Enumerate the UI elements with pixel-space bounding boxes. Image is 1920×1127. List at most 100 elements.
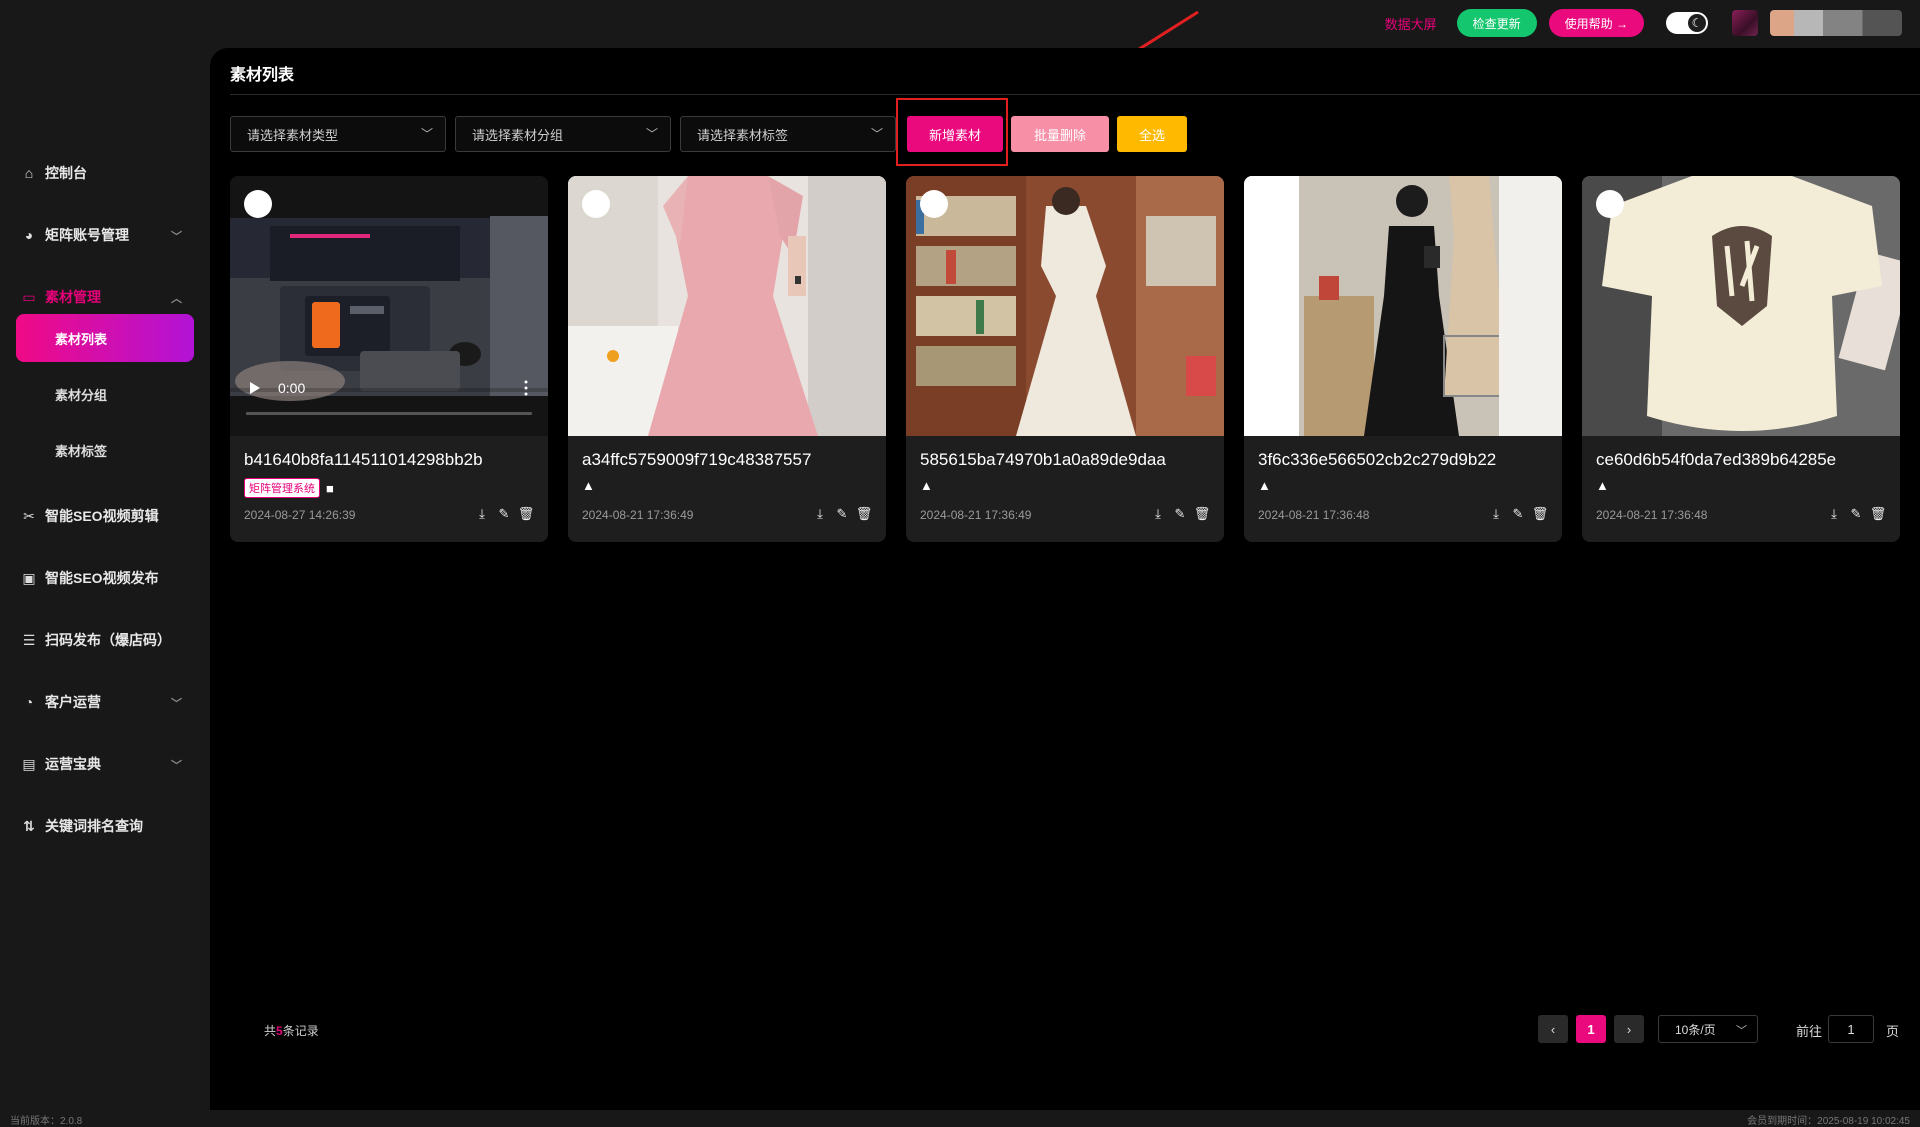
sidebar-item-ops-guide[interactable]: ▤ 运营宝典 ﹀: [0, 744, 210, 784]
image-thumbnail[interactable]: [1582, 176, 1900, 436]
sidebar-item-label: 客户运营: [45, 694, 101, 710]
data-screen-link[interactable]: 数据大屏: [1385, 14, 1437, 33]
chevron-down-icon: ﹀: [1736, 1025, 1747, 1037]
select-placeholder: 请选择素材类型: [247, 127, 339, 143]
tag-row: ▲: [920, 478, 933, 493]
chevron-down-icon: ﹀: [870, 127, 883, 141]
chevron-down-icon: ﹀: [171, 231, 182, 243]
download-icon[interactable]: ⤓: [1488, 506, 1504, 522]
prev-page-button[interactable]: ‹: [1538, 1015, 1568, 1043]
download-icon[interactable]: ⤓: [474, 506, 490, 522]
image-thumbnail[interactable]: [1244, 176, 1562, 436]
edit-icon[interactable]: ✎: [1848, 506, 1864, 522]
sidebar-subitem-material-group[interactable]: 素材分组: [16, 370, 194, 418]
material-group-select[interactable]: 请选择素材分组 ﹀: [455, 116, 671, 152]
help-button[interactable]: 使用帮助 →: [1548, 9, 1644, 37]
material-date: 2024-08-21 17:36:48: [1596, 508, 1708, 522]
batch-delete-button[interactable]: 批量删除: [1011, 116, 1109, 152]
moon-icon: ☾: [1688, 14, 1706, 32]
material-tag-select[interactable]: 请选择素材标签 ﹀: [680, 116, 896, 152]
image-thumbnail[interactable]: [568, 176, 886, 436]
select-all-button[interactable]: 全选: [1117, 116, 1187, 152]
check-update-button[interactable]: 检查更新: [1456, 9, 1537, 37]
select-checkbox[interactable]: [1596, 190, 1624, 218]
sidebar-item-label: 素材管理: [45, 289, 101, 305]
delete-icon[interactable]: 🗑: [1870, 506, 1887, 522]
sidebar-item-label: 矩阵账号管理: [45, 227, 129, 243]
chevron-down-icon: ﹀: [420, 127, 433, 141]
theme-toggle[interactable]: ☾: [1666, 12, 1708, 34]
material-card[interactable]: a34ffc5759009f719c48387557 ▲ 2024-08-21 …: [568, 176, 886, 542]
sidebar-item-customer-ops[interactable]: ◔ 客户运营 ﹀: [0, 682, 210, 722]
total-records: 共5条记录: [264, 1022, 319, 1039]
sidebar-item-seo-video-publish[interactable]: ▣ 智能SEO视频发布: [0, 558, 210, 598]
material-card[interactable]: 3f6c336e566502cb2c279d9b22 ▲ 2024-08-21 …: [1244, 176, 1562, 542]
chevron-right-icon: ›: [1626, 1021, 1632, 1037]
sidebar-item-label: 运营宝典: [45, 756, 101, 772]
sidebar-item-materials[interactable]: ▭ 素材管理 ︿: [0, 277, 210, 317]
tag-row: ▲: [1596, 478, 1609, 493]
total-prefix: 共: [264, 1024, 277, 1038]
edit-icon[interactable]: ✎: [496, 506, 512, 522]
page-size-select[interactable]: 10条/页 ﹀: [1658, 1015, 1758, 1043]
page-title: 素材列表: [230, 67, 295, 84]
sidebar-item-label: 控制台: [45, 165, 87, 181]
folder-icon: ▭: [22, 288, 36, 305]
select-checkbox[interactable]: [1258, 190, 1286, 218]
sidebar-subitem-material-list[interactable]: 素材列表: [16, 314, 194, 362]
material-type-select[interactable]: 请选择素材类型 ﹀: [230, 116, 446, 152]
sidebar-item-dashboard[interactable]: ⌂ 控制台: [0, 153, 210, 193]
select-checkbox[interactable]: [920, 190, 948, 218]
tshirt-photo: [1582, 176, 1900, 436]
material-card[interactable]: 585615ba74970b1a0a89de9daa ▲ 2024-08-21 …: [906, 176, 1224, 542]
card-actions: ⤓ ✎ 🗑: [1150, 506, 1210, 522]
sidebar-item-scan-publish[interactable]: ☰ 扫码发布（爆店码）: [0, 620, 210, 660]
material-card[interactable]: ce60d6b54f0da7ed389b64285e ▲ 2024-08-21 …: [1582, 176, 1900, 542]
avatar[interactable]: [1732, 10, 1758, 36]
delete-icon[interactable]: 🗑: [856, 506, 873, 522]
sidebar-subitem-material-tag[interactable]: 素材标签: [16, 426, 194, 474]
add-material-button[interactable]: 新增素材: [907, 116, 1003, 152]
main-panel: 素材列表 请选择素材类型 ﹀ 请选择素材分组 ﹀ 请选择素材标签 ﹀ 新增素材 …: [210, 48, 1920, 1110]
material-card[interactable]: 0:00 b41640b8fa114511014298bb2b 矩阵管理系统 ■…: [230, 176, 548, 542]
sidebar-item-label: 关键词排名查询: [45, 818, 143, 834]
edit-icon[interactable]: ✎: [1172, 506, 1188, 522]
material-date: 2024-08-27 14:26:39: [244, 508, 356, 522]
download-icon[interactable]: ⤓: [812, 506, 828, 522]
select-checkbox[interactable]: [582, 190, 610, 218]
download-icon[interactable]: ⤓: [1826, 506, 1842, 522]
image-thumbnail[interactable]: [906, 176, 1224, 436]
goto-page-input[interactable]: [1828, 1015, 1874, 1043]
top-bar: 数据大屏 检查更新 使用帮助 → ☾: [0, 0, 1920, 46]
home-icon: ⌂: [24, 165, 34, 181]
material-name: b41640b8fa114511014298bb2b: [244, 450, 483, 469]
edit-icon[interactable]: ✎: [1510, 506, 1526, 522]
card-actions: ⤓ ✎ 🗑: [1488, 506, 1548, 522]
sidebar-item-keyword-rank[interactable]: ⇅ 关键词排名查询: [0, 806, 210, 846]
download-icon[interactable]: ⤓: [1150, 506, 1166, 522]
card-actions: ⤓ ✎ 🗑: [1826, 506, 1886, 522]
image-type-icon: ▲: [1596, 478, 1609, 493]
select-placeholder: 请选择素材标签: [697, 127, 789, 143]
goto-label: 前往: [1796, 1024, 1823, 1039]
video-time: 0:00: [278, 380, 305, 396]
video-thumbnail: 0:00: [230, 176, 548, 436]
sidebar-item-seo-video-edit[interactable]: ✂ 智能SEO视频剪辑: [0, 496, 210, 536]
book-icon: ▤: [22, 755, 36, 772]
sidebar-item-accounts[interactable]: ◕ 矩阵账号管理 ﹀: [0, 215, 210, 255]
page-number-button[interactable]: 1: [1576, 1015, 1606, 1043]
delete-icon[interactable]: 🗑: [518, 506, 535, 522]
edit-icon[interactable]: ✎: [834, 506, 850, 522]
delete-icon[interactable]: 🗑: [1532, 506, 1549, 522]
delete-icon[interactable]: 🗑: [1194, 506, 1211, 522]
chevron-down-icon: ﹀: [171, 760, 182, 772]
chevron-down-icon: ﹀: [171, 698, 182, 710]
page-suffix: 页: [1886, 1024, 1900, 1039]
next-page-button[interactable]: ›: [1614, 1015, 1644, 1043]
user-name-blurred[interactable]: [1770, 10, 1902, 36]
material-date: 2024-08-21 17:36:48: [1258, 508, 1370, 522]
video-player[interactable]: 0:00: [230, 176, 548, 436]
pie-icon: ◔: [24, 694, 34, 710]
image-type-icon: ▲: [920, 478, 933, 493]
select-checkbox[interactable]: [244, 190, 272, 218]
